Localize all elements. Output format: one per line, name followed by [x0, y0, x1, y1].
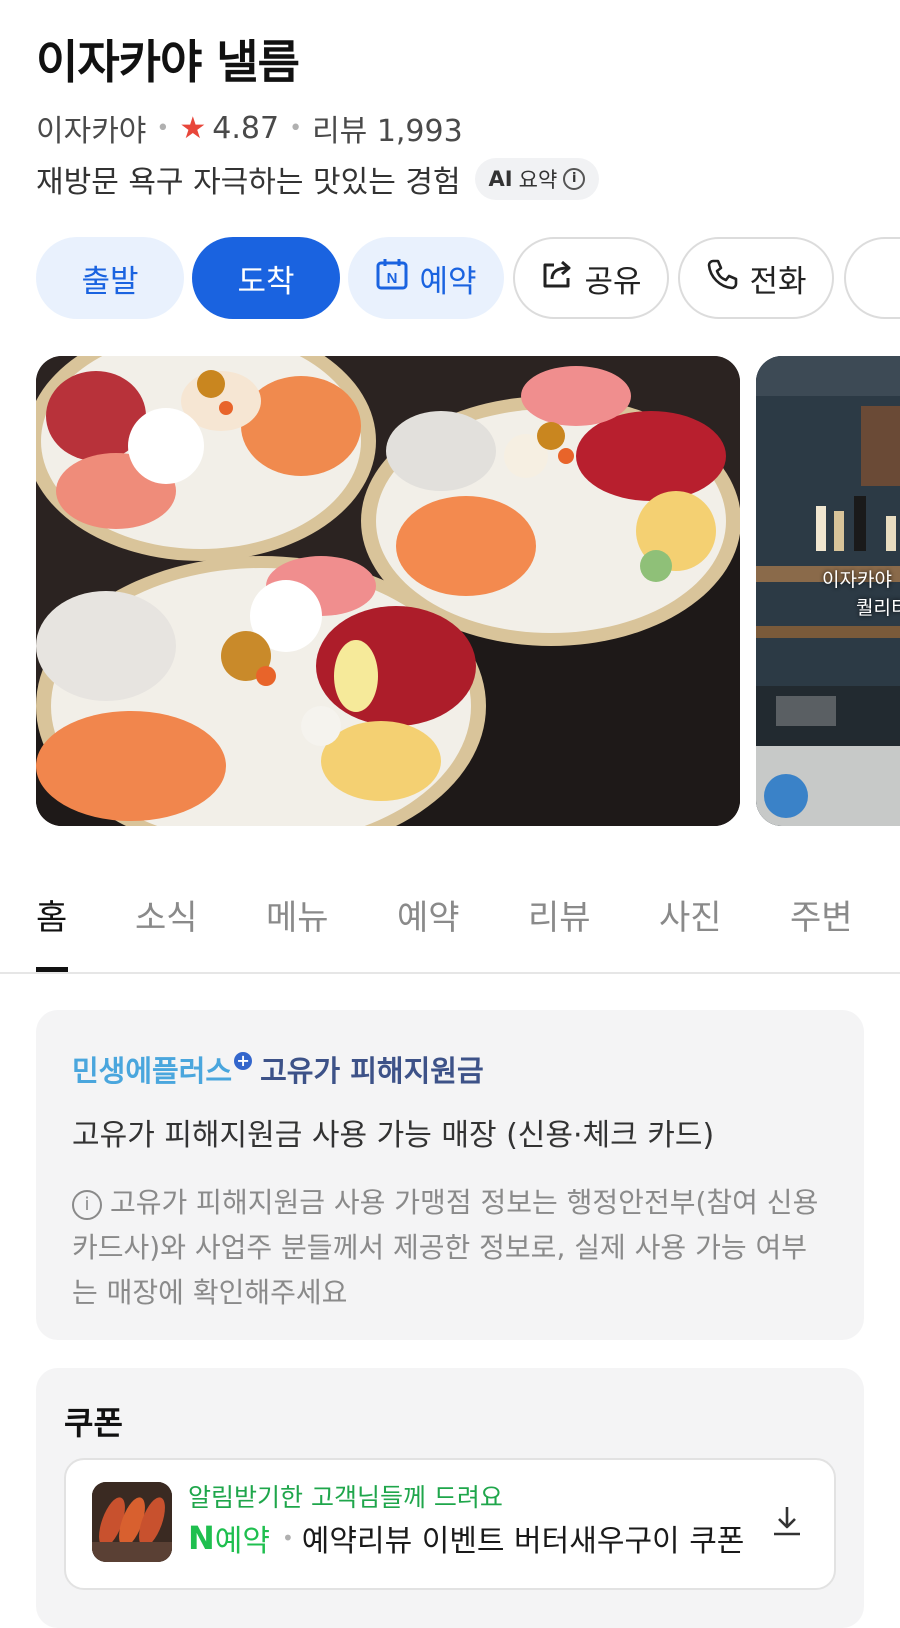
- restaurant-interior-photo[interactable]: 이자카야 퀄리티: [756, 356, 900, 826]
- more-action-button[interactable]: [844, 237, 900, 319]
- place-rating: 4.87: [212, 110, 280, 146]
- naver-calendar-icon: N: [375, 257, 419, 299]
- support-main-text: 고유가 피해지원금 사용 가능 매장 (신용·체크 카드): [72, 1118, 715, 1153]
- share-label: 공유: [584, 263, 642, 300]
- call-label: 전화: [749, 263, 807, 300]
- active-tab-indicator: [36, 967, 68, 972]
- ai-badge-strong: AI: [488, 167, 513, 191]
- reserve-button[interactable]: N 예약: [348, 237, 504, 319]
- support-note: i 고유가 피해지원금 사용 가맹점 정보는 행정안전부(참여 신용카드사)와 사…: [72, 1180, 832, 1315]
- ai-summary-row: 재방문 욕구 자극하는 맛있는 경험 AI 요약 i: [36, 156, 600, 202]
- separator-dot: •: [156, 115, 170, 141]
- coupon-subtitle: 알림받기한 고객님들께 드려요: [188, 1483, 503, 1512]
- tab-photos[interactable]: 사진: [659, 890, 722, 939]
- review-count-link[interactable]: 리뷰 1,993: [312, 106, 463, 150]
- phone-icon: [705, 257, 749, 299]
- tab-menu[interactable]: 메뉴: [266, 890, 329, 939]
- info-icon: i: [563, 168, 586, 190]
- coupon-item[interactable]: 알림받기한 고객님들께 드려요 N 예약 • 예약리뷰 이벤트 버터새우구이 쿠…: [64, 1458, 836, 1590]
- arrive-button[interactable]: 도착: [192, 237, 340, 319]
- photo-carousel[interactable]: 이자카야 퀄리티: [36, 356, 900, 826]
- action-buttons-row: 출발 도착 N 예약 공유 전화: [36, 237, 900, 319]
- download-icon[interactable]: [770, 1504, 804, 1542]
- svg-text:N: N: [387, 270, 398, 287]
- info-icon: i: [72, 1190, 102, 1220]
- coupon-section-title: 쿠폰: [64, 1404, 123, 1442]
- photo-caption-line2: 퀄리티: [856, 597, 900, 619]
- tab-reservation[interactable]: 예약: [397, 890, 460, 939]
- support-brand-part2: 고유가 피해지원금: [260, 1054, 484, 1088]
- support-fund-card: 민생에플러스 + 고유가 피해지원금 고유가 피해지원금 사용 가능 매장 (신…: [36, 1010, 864, 1340]
- place-category: 이자카야: [36, 114, 147, 149]
- support-note-text: 고유가 피해지원금 사용 가맹점 정보는 행정안전부(참여 신용카드사)와 사업…: [72, 1186, 819, 1309]
- separator-dot: •: [289, 115, 303, 141]
- tab-reviews[interactable]: 리뷰: [528, 890, 591, 939]
- separator-dot: •: [281, 1526, 294, 1550]
- arrive-label: 도착: [237, 263, 295, 300]
- share-icon: [540, 257, 584, 299]
- support-brand-part1: 민생에플러스: [72, 1054, 233, 1088]
- reserve-label: 예약: [419, 263, 477, 300]
- photo-caption-line1: 이자카야: [822, 569, 892, 591]
- ai-summary-badge[interactable]: AI 요약 i: [474, 158, 600, 200]
- tab-news[interactable]: 소식: [135, 890, 198, 939]
- naver-n-logo: N: [188, 1519, 215, 1557]
- depart-label: 출발: [81, 263, 139, 300]
- call-button[interactable]: 전화: [678, 237, 834, 319]
- coupon-section: 쿠폰 알림받기한 고객님들께 드려요 N 예약 • 예약리뷰 이벤트 버터새우구…: [36, 1368, 864, 1628]
- support-brand: 민생에플러스 + 고유가 피해지원금: [72, 1048, 484, 1090]
- coupon-text: 예약리뷰 이벤트 버터새우구이 쿠폰: [301, 1524, 745, 1559]
- photo-caption: 이자카야 퀄리티: [822, 566, 900, 622]
- place-meta: 이자카야 • ★ 4.87 • 리뷰 1,993: [36, 106, 463, 150]
- ai-summary-text: 재방문 욕구 자극하는 맛있는 경험: [36, 165, 461, 200]
- ai-badge-label: 요약: [518, 168, 558, 192]
- sashimi-platter-photo[interactable]: [36, 356, 740, 826]
- plus-icon: +: [234, 1052, 253, 1070]
- depart-button[interactable]: 출발: [36, 237, 184, 319]
- tab-home[interactable]: 홈: [36, 890, 67, 939]
- coupon-tag: 예약: [214, 1524, 270, 1559]
- place-title: 이자카야 낼름: [36, 35, 300, 89]
- star-icon: ★: [179, 110, 207, 146]
- tab-bar: 홈 소식 메뉴 예약 리뷰 사진 주변: [0, 868, 900, 974]
- coupon-description: N 예약 • 예약리뷰 이벤트 버터새우구이 쿠폰: [188, 1516, 748, 1560]
- coupon-thumbnail: [92, 1482, 172, 1562]
- share-button[interactable]: 공유: [513, 237, 669, 319]
- tab-nearby[interactable]: 주변: [790, 890, 853, 939]
